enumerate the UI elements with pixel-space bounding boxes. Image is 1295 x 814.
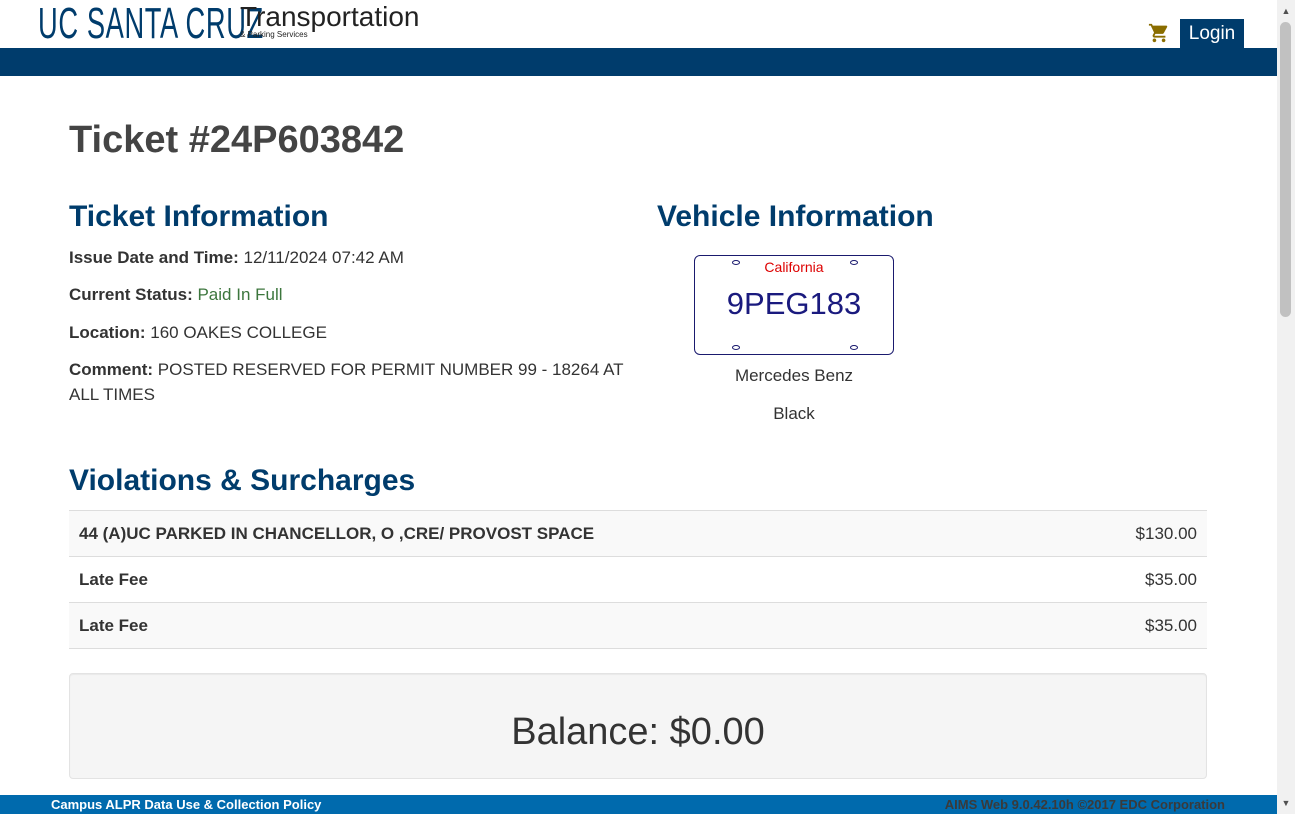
plate-state: California bbox=[764, 259, 824, 275]
location-field: Location: 160 OAKES COLLEGE bbox=[69, 320, 629, 345]
login-button[interactable]: Login bbox=[1180, 19, 1244, 48]
issue-date-label: Issue Date and Time: bbox=[69, 248, 239, 267]
license-plate: California 9PEG183 bbox=[694, 255, 894, 355]
violation-description: 44 (A)UC PARKED IN CHANCELLOR, O ,CRE/ P… bbox=[79, 523, 595, 543]
location-label: Location: bbox=[69, 323, 146, 342]
table-row: Late Fee $35.00 bbox=[69, 603, 1207, 649]
page-title: Ticket #24P603842 bbox=[69, 119, 405, 161]
issue-date-value: 12/11/2024 07:42 AM bbox=[243, 248, 404, 267]
violation-description: Late Fee bbox=[79, 615, 148, 635]
footer: Campus ALPR Data Use & Collection Policy… bbox=[0, 795, 1277, 814]
location-value: 160 OAKES COLLEGE bbox=[150, 323, 327, 342]
status-value: Paid In Full bbox=[197, 285, 283, 304]
logo-main-text: UC SANTA CRUZ bbox=[38, 0, 264, 48]
table-row: 44 (A)UC PARKED IN CHANCELLOR, O ,CRE/ P… bbox=[69, 511, 1207, 557]
violation-description: Late Fee bbox=[79, 569, 148, 589]
scroll-down-arrow-icon[interactable]: ▼ bbox=[1277, 794, 1295, 812]
violations-table: 44 (A)UC PARKED IN CHANCELLOR, O ,CRE/ P… bbox=[69, 510, 1207, 649]
balance-panel: Balance: $0.00 bbox=[69, 673, 1207, 779]
version-text: AIMS Web 9.0.42.10h ©2017 EDC Corporatio… bbox=[944, 797, 1225, 812]
page: UC SANTA CRUZ Transportation & Parking S… bbox=[0, 0, 1295, 814]
ticket-info-heading: Ticket Information bbox=[69, 200, 329, 233]
vertical-scrollbar[interactable]: ▲ ▼ bbox=[1277, 0, 1295, 814]
logo-subtitle: Transportation & Parking Services bbox=[240, 1, 440, 40]
violation-amount: $130.00 bbox=[1135, 523, 1197, 543]
vehicle-color: Black bbox=[773, 404, 815, 423]
plate-bolt-icon bbox=[732, 345, 740, 350]
plate-bolt-icon bbox=[850, 345, 858, 350]
issue-date-field: Issue Date and Time: 12/11/2024 07:42 AM bbox=[69, 245, 629, 270]
status-label: Current Status: bbox=[69, 285, 193, 304]
ucsc-logo[interactable]: UC SANTA CRUZ Transportation & Parking S… bbox=[38, 0, 420, 48]
violation-amount: $35.00 bbox=[1145, 569, 1197, 589]
balance-text: Balance: $0.00 bbox=[511, 711, 765, 753]
comment-field: Comment: POSTED RESERVED FOR PERMIT NUMB… bbox=[69, 357, 629, 407]
comment-label: Comment: bbox=[69, 360, 154, 379]
scroll-up-arrow-icon[interactable]: ▲ bbox=[1277, 2, 1295, 20]
shopping-cart-icon-svg bbox=[1148, 23, 1168, 43]
table-row: Late Fee $35.00 bbox=[69, 557, 1207, 603]
scroll-thumb[interactable] bbox=[1280, 22, 1291, 317]
status-field: Current Status: Paid In Full bbox=[69, 282, 629, 307]
vehicle-make: Mercedes Benz bbox=[734, 366, 854, 385]
violations-heading: Violations & Surcharges bbox=[69, 464, 416, 497]
vehicle-info-heading: Vehicle Information bbox=[657, 200, 934, 233]
nav-bar bbox=[0, 48, 1277, 76]
plate-number: 9PEG183 bbox=[726, 286, 862, 321]
header: UC SANTA CRUZ Transportation & Parking S… bbox=[0, 0, 1277, 48]
alpr-policy-link[interactable]: Campus ALPR Data Use & Collection Policy bbox=[51, 796, 321, 813]
comment-value: POSTED RESERVED FOR PERMIT NUMBER 99 - 1… bbox=[69, 360, 624, 404]
logo-transport-text: Transportation bbox=[240, 1, 420, 32]
shopping-cart-icon[interactable] bbox=[1148, 22, 1170, 44]
violation-amount: $35.00 bbox=[1145, 615, 1197, 635]
